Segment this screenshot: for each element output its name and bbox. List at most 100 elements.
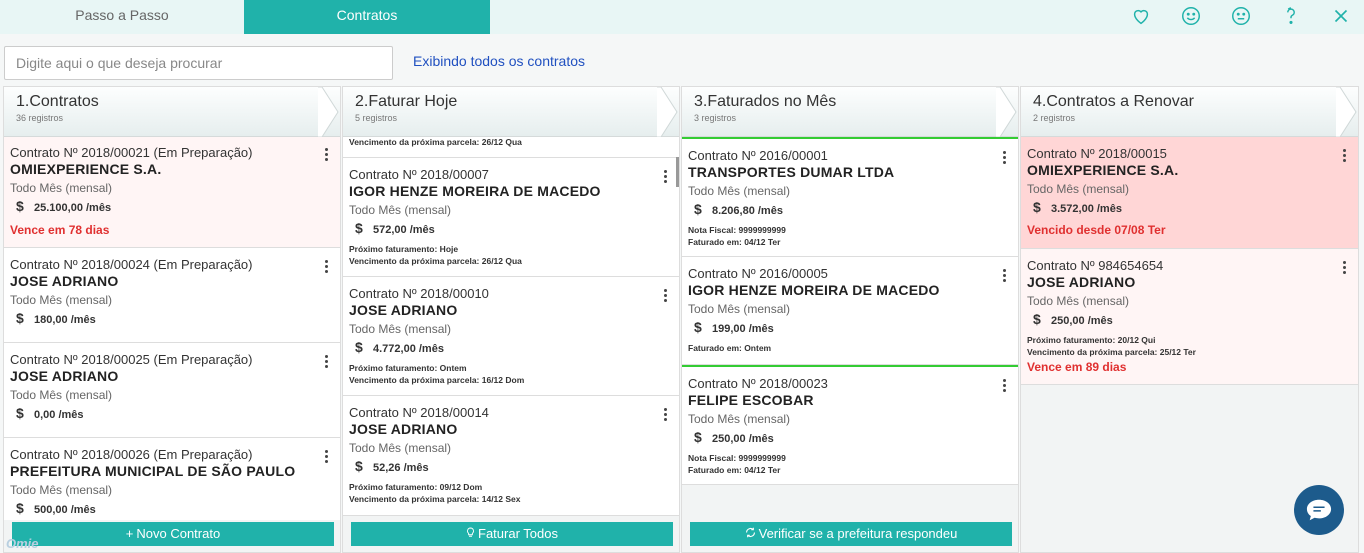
chevron-right-icon: [318, 87, 339, 137]
next-billing: Próximo faturamento: 09/12 Dom: [349, 482, 483, 492]
contract-card[interactable]: Contrato Nº 2018/00021 (Em Preparação) O…: [4, 137, 340, 248]
contract-number: Contrato Nº 2018/00024 (Em Preparação): [10, 257, 253, 272]
contract-number: Contrato Nº 2016/00001: [688, 148, 828, 163]
next-due-date: Vencimento da próxima parcela: 14/12 Sex: [349, 494, 521, 504]
contract-value: 572,00 /mês: [373, 224, 435, 236]
heart-icon[interactable]: [1126, 3, 1156, 29]
column-body: Contrato Nº 2016/00001 TRANSPORTES DUMAR…: [682, 137, 1018, 520]
smile-icon[interactable]: [1176, 3, 1206, 29]
contract-value: 500,00 /mês: [34, 504, 96, 516]
top-bar: Passo a Passo Contratos: [0, 0, 1364, 34]
client-name: PREFEITURA MUNICIPAL DE SÃO PAULO: [10, 463, 296, 479]
tab-contratos[interactable]: Contratos: [244, 0, 490, 34]
contract-value: 4.772,00 /mês: [373, 343, 444, 355]
contract-card[interactable]: Contrato Nº 984654654 JOSE ADRIANO Todo …: [1021, 249, 1358, 385]
scrollbar[interactable]: [676, 157, 679, 187]
next-billing: Próximo faturamento: Hoje: [349, 244, 459, 254]
contract-card[interactable]: Contrato Nº 2016/00001 TRANSPORTES DUMAR…: [682, 137, 1018, 257]
dollar-icon: $: [694, 319, 702, 335]
more-options-icon[interactable]: [661, 288, 669, 306]
contract-card[interactable]: Contrato Nº 2018/00023 FELIPE ESCOBAR To…: [682, 365, 1018, 485]
new-contract-button[interactable]: + Novo Contrato: [12, 522, 334, 546]
contract-card-partial[interactable]: Vencimento da próxima parcela: 26/12 Qua: [343, 137, 679, 158]
column-count: 2 registros: [1033, 113, 1076, 123]
more-options-icon[interactable]: [661, 169, 669, 187]
billing-period: Todo Mês (mensal): [1027, 294, 1130, 308]
column-contratos: 1.Contratos 36 registros Contrato Nº 201…: [3, 86, 341, 553]
plus-icon: +: [125, 526, 134, 541]
contract-number: Contrato Nº 2018/00010: [349, 286, 489, 301]
client-name: IGOR HENZE MOREIRA DE MACEDO: [688, 282, 940, 298]
contract-card[interactable]: Contrato Nº 2018/00014 JOSE ADRIANO Todo…: [343, 396, 679, 516]
dollar-icon: $: [16, 405, 24, 421]
client-name: OMIEXPERIENCE S.A.: [10, 161, 162, 177]
column-title: 3.Faturados no Mês: [694, 93, 837, 110]
billing-period: Todo Mês (mensal): [10, 293, 113, 307]
more-options-icon[interactable]: [661, 407, 669, 425]
dollar-icon: $: [694, 429, 702, 445]
contract-card[interactable]: Contrato Nº 2018/00010 JOSE ADRIANO Todo…: [343, 277, 679, 396]
column-body: Contrato Nº 2018/00015 OMIEXPERIENCE S.A…: [1021, 137, 1358, 520]
client-name: JOSE ADRIANO: [1027, 274, 1136, 290]
column-header: 1.Contratos 36 registros: [4, 87, 340, 137]
client-name: JOSE ADRIANO: [10, 368, 119, 384]
dollar-icon: $: [16, 500, 24, 516]
next-due-date: Vencimento da próxima parcela: 16/12 Dom: [349, 375, 525, 385]
search-input[interactable]: [4, 46, 393, 80]
contract-card[interactable]: Contrato Nº 2018/00025 (Em Preparação) J…: [4, 343, 340, 438]
billing-period: Todo Mês (mensal): [10, 483, 113, 497]
billing-period: Todo Mês (mensal): [688, 412, 791, 426]
contract-number: Contrato Nº 2018/00007: [349, 167, 489, 182]
contract-card[interactable]: Contrato Nº 2018/00015 OMIEXPERIENCE S.A…: [1021, 137, 1358, 249]
client-name: TRANSPORTES DUMAR LTDA: [688, 164, 895, 180]
more-options-icon[interactable]: [322, 449, 330, 467]
dollar-icon: $: [16, 198, 24, 214]
chevron-right-icon: [1336, 87, 1357, 137]
contract-number: Contrato Nº 2018/00021 (Em Preparação): [10, 145, 253, 160]
contract-number: Contrato Nº 2018/00026 (Em Preparação): [10, 447, 253, 462]
dollar-icon: $: [1033, 199, 1041, 215]
client-name: OMIEXPERIENCE S.A.: [1027, 162, 1179, 178]
contract-value: 52,26 /mês: [373, 462, 429, 474]
more-options-icon[interactable]: [322, 354, 330, 372]
contract-value: 199,00 /mês: [712, 323, 774, 335]
more-options-icon[interactable]: [1340, 148, 1348, 166]
billing-period: Todo Mês (mensal): [10, 388, 113, 402]
chat-button[interactable]: [1294, 485, 1344, 535]
more-options-icon[interactable]: [322, 259, 330, 277]
help-icon[interactable]: [1276, 3, 1306, 29]
invoice-number: Nota Fiscal: 9999999999: [688, 225, 786, 235]
contract-card[interactable]: Contrato Nº 2018/00024 (Em Preparação) J…: [4, 248, 340, 343]
dollar-icon: $: [355, 339, 363, 355]
contract-number: Contrato Nº 2018/00023: [688, 376, 828, 391]
dollar-icon: $: [1033, 311, 1041, 327]
lightbulb-icon: [466, 522, 475, 546]
tab-passo-a-passo[interactable]: Passo a Passo: [0, 0, 244, 34]
billing-period: Todo Mês (mensal): [688, 184, 791, 198]
check-city-hall-button[interactable]: Verificar se a prefeitura respondeu: [690, 522, 1012, 546]
contract-number: Contrato Nº 2018/00014: [349, 405, 489, 420]
billing-period: Todo Mês (mensal): [349, 441, 452, 455]
contract-card[interactable]: Contrato Nº 2018/00007 IGOR HENZE MOREIR…: [343, 158, 679, 277]
contract-card[interactable]: Contrato Nº 2016/00005 IGOR HENZE MOREIR…: [682, 257, 1018, 365]
column-title: 4.Contratos a Renovar: [1033, 93, 1194, 110]
column-title: 1.Contratos: [16, 93, 99, 110]
more-options-icon[interactable]: [1000, 378, 1008, 396]
more-options-icon[interactable]: [1340, 260, 1348, 278]
check-city-hall-label: Verificar se a prefeitura respondeu: [758, 526, 958, 541]
column-header: 2.Faturar Hoje 5 registros: [343, 87, 679, 137]
billing-period: Todo Mês (mensal): [1027, 182, 1130, 196]
contract-value: 250,00 /mês: [712, 433, 774, 445]
more-options-icon[interactable]: [1000, 150, 1008, 168]
column-body: Contrato Nº 2018/00021 (Em Preparação) O…: [4, 137, 340, 520]
contract-card[interactable]: Contrato Nº 2018/00026 (Em Preparação) P…: [4, 438, 340, 520]
invoice-number: Nota Fiscal: 9999999999: [688, 453, 786, 463]
more-options-icon[interactable]: [322, 147, 330, 165]
chevron-right-icon: [657, 87, 678, 137]
show-all-contracts-link[interactable]: Exibindo todos os contratos: [413, 53, 585, 69]
next-due-date: Vencimento da próxima parcela: 26/12 Qua: [349, 256, 522, 266]
neutral-face-icon[interactable]: [1226, 3, 1256, 29]
close-icon[interactable]: [1326, 3, 1356, 29]
bill-all-button[interactable]: Faturar Todos: [351, 522, 673, 546]
more-options-icon[interactable]: [1000, 268, 1008, 286]
